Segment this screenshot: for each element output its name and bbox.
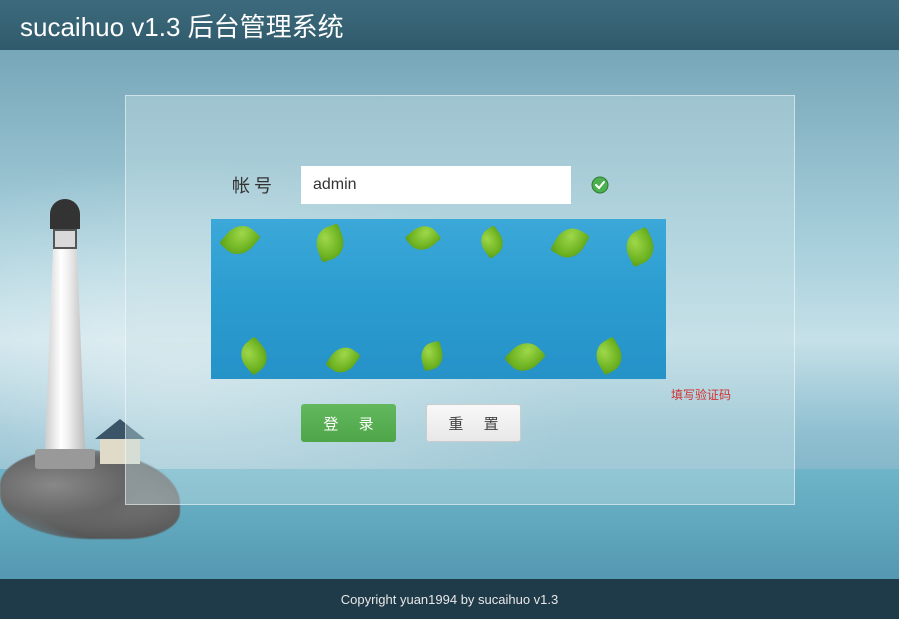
username-label: 帐号 bbox=[216, 172, 276, 198]
app-title: sucaihuo v1.3 后台管理系统 bbox=[20, 7, 344, 44]
username-input[interactable] bbox=[301, 166, 571, 204]
login-button[interactable]: 登 录 bbox=[301, 404, 396, 442]
background-lighthouse bbox=[35, 199, 95, 469]
footer-bar: Copyright yuan1994 by sucaihuo v1.3 bbox=[0, 579, 899, 619]
reset-button[interactable]: 重 置 bbox=[426, 404, 521, 442]
captcha-error-text: 填写验证码 bbox=[671, 386, 731, 403]
username-row: 帐号 bbox=[126, 166, 794, 204]
button-row: 登 录 重 置 bbox=[301, 404, 794, 442]
captcha-image[interactable] bbox=[211, 219, 666, 379]
check-icon bbox=[591, 176, 609, 194]
copyright-text: Copyright yuan1994 by sucaihuo v1.3 bbox=[341, 592, 559, 607]
header-bar: sucaihuo v1.3 后台管理系统 bbox=[0, 0, 899, 50]
login-panel: 帐号 填写验证码 登 录 重 置 bbox=[125, 95, 795, 505]
